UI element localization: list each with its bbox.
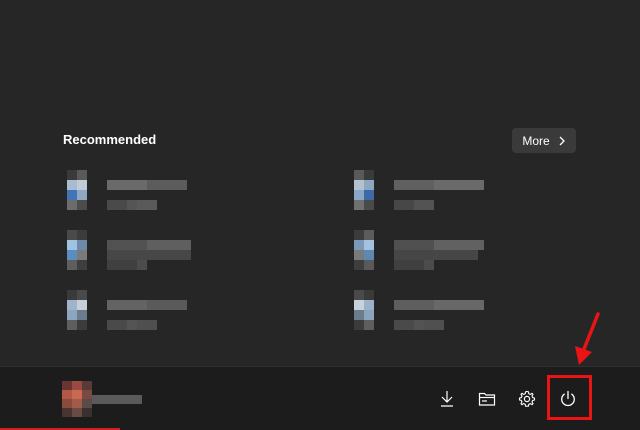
blurred-file-info (107, 240, 191, 270)
blurred-file-info (394, 240, 484, 270)
recommended-header: Recommended More (63, 128, 576, 154)
file-thumbnail (67, 290, 87, 330)
recommended-item[interactable] (67, 290, 227, 330)
user-name[interactable] (92, 395, 142, 404)
recommended-grid (67, 170, 507, 330)
blurred-file-info (107, 300, 191, 330)
user-avatar[interactable] (62, 381, 92, 417)
recommended-item[interactable] (354, 230, 514, 270)
blurred-file-info (107, 180, 191, 210)
download-icon (441, 391, 453, 407)
start-menu-footer (0, 366, 640, 430)
start-menu: Recommended More (0, 0, 640, 430)
blurred-file-info (394, 180, 484, 210)
recommended-title: Recommended (63, 132, 157, 147)
file-explorer-button[interactable] (469, 381, 505, 417)
file-thumbnail (354, 230, 374, 270)
file-thumbnail (67, 170, 87, 210)
recommended-item[interactable] (67, 230, 227, 270)
gear-icon (518, 390, 536, 407)
recommended-item[interactable] (354, 290, 514, 330)
more-button-label: More (522, 133, 550, 148)
file-thumbnail (67, 230, 87, 270)
annotation-arrow-icon (575, 312, 600, 365)
blurred-file-info (394, 300, 484, 330)
chevron-right-icon (559, 136, 565, 145)
settings-button[interactable] (509, 381, 545, 417)
power-button[interactable] (550, 381, 586, 417)
folder-icon (478, 392, 496, 406)
file-thumbnail (354, 290, 374, 330)
recommended-item[interactable] (67, 170, 227, 210)
recommended-item[interactable] (354, 170, 514, 210)
file-thumbnail (354, 170, 374, 210)
more-button[interactable]: More (512, 128, 576, 153)
downloads-button[interactable] (429, 381, 465, 417)
power-icon (561, 390, 575, 407)
